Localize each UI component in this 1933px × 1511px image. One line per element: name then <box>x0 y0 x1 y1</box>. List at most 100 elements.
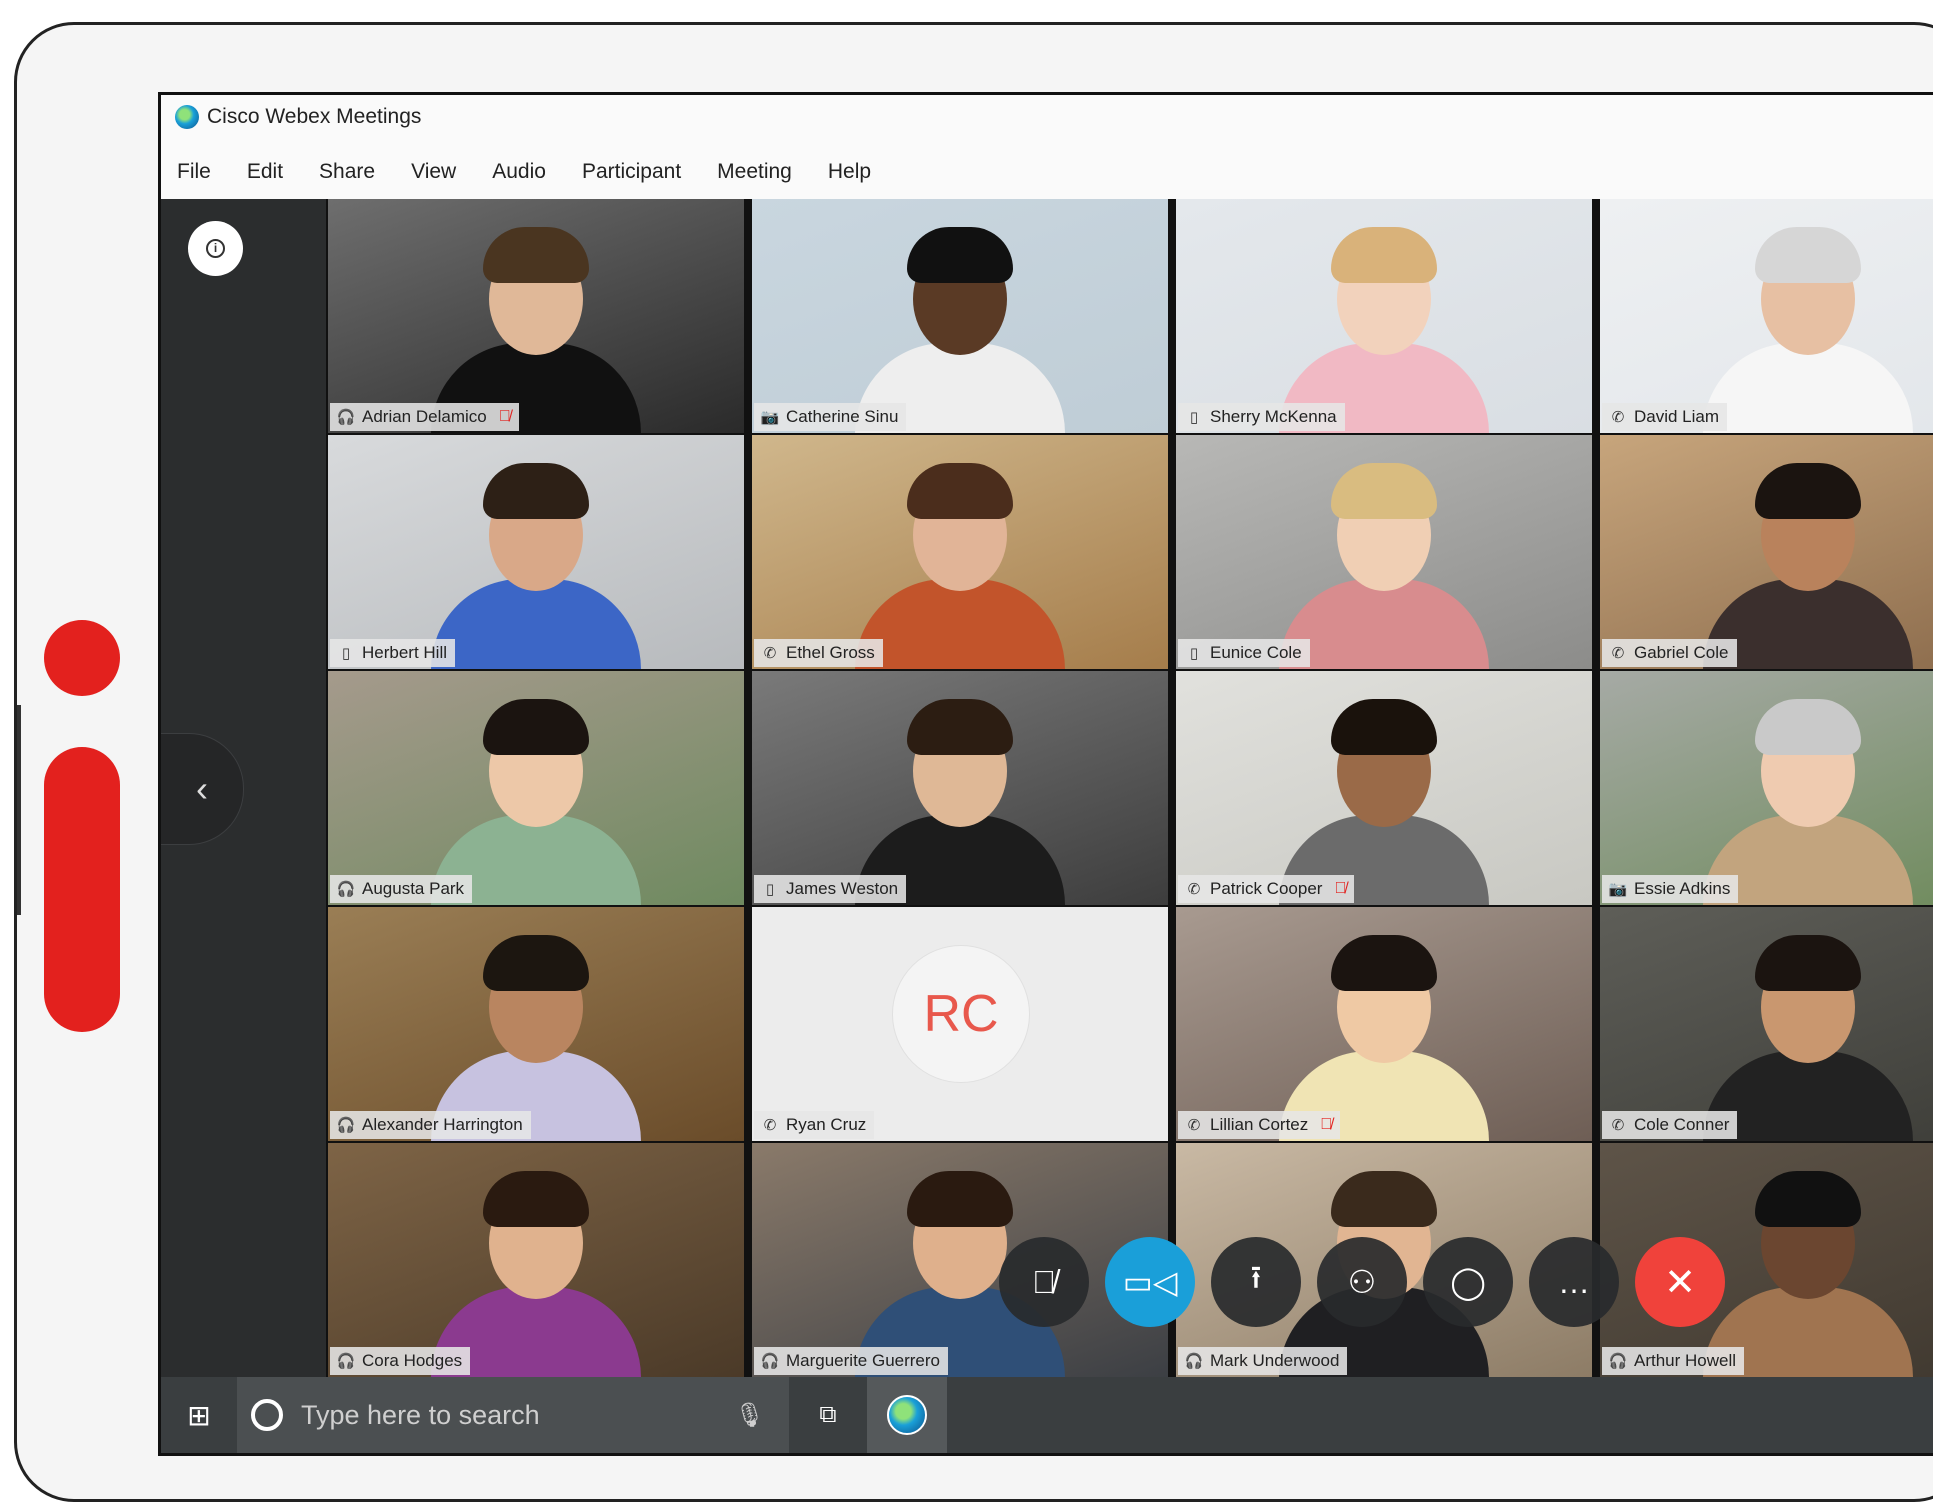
menu-view[interactable]: View <box>411 160 456 184</box>
participant-name-tag: 🎧 Marguerite Guerrero <box>754 1347 949 1375</box>
muted-mic-icon: 🎙̸ <box>498 408 511 425</box>
meeting-info-button[interactable]: i <box>188 221 243 276</box>
headset-icon: 🎧 <box>336 881 356 898</box>
muted-mic-icon: 🎙̸ <box>1320 1116 1333 1133</box>
more-button[interactable]: … <box>1529 1237 1619 1327</box>
video-device-icon: 📷 <box>1608 881 1628 898</box>
participant-tile[interactable]: ✆ Ethel Gross <box>752 435 1168 669</box>
left-panel: i ‹ <box>161 199 326 1377</box>
search-placeholder: Type here to search <box>301 1399 540 1430</box>
taskbar-webex-app[interactable] <box>867 1377 947 1453</box>
webex-app-icon <box>887 1395 927 1435</box>
participant-tile[interactable]: ✆ Gabriel Cole <box>1600 435 1933 669</box>
participant-name-tag: 🎧 Augusta Park <box>330 875 473 903</box>
participant-name: Marguerite Guerrero <box>786 1351 941 1370</box>
participant-name-tag: 📷 Essie Adkins <box>1602 875 1739 903</box>
participant-name: Mark Underwood <box>1210 1351 1340 1370</box>
participant-name-tag: 🎧 Mark Underwood <box>1178 1347 1348 1375</box>
end-call-button[interactable]: ✕ <box>1635 1237 1725 1327</box>
participant-name-tag: ✆ Patrick Cooper 🎙̸ <box>1178 875 1355 903</box>
participant-tile[interactable]: 📷 Catherine Sinu <box>752 199 1168 433</box>
participant-name: Ryan Cruz <box>786 1115 867 1134</box>
participant-tile[interactable]: ▯ Sherry McKenna <box>1176 199 1592 433</box>
webex-logo-icon <box>175 105 199 129</box>
participant-name-tag: ✆ Cole Conner <box>1602 1111 1738 1139</box>
headset-icon: 🎧 <box>1184 1353 1204 1370</box>
participant-name: Catherine Sinu <box>786 407 899 426</box>
participant-tile[interactable]: 📷 Essie Adkins <box>1600 671 1933 905</box>
participant-tile[interactable]: 🎧 Adrian Delamico 🎙̸ <box>328 199 744 433</box>
video-grid: 🎧 Adrian Delamico 🎙̸ 📷 Catherine Sinu ▯ Sherry… <box>326 199 1933 1377</box>
participant-tile[interactable]: RC ✆ Ryan Cruz <box>752 907 1168 1141</box>
participant-tile[interactable]: ▯ James Weston <box>752 671 1168 905</box>
windows-start-button[interactable]: ⊞ <box>161 1399 237 1432</box>
muted-mic-icon: 🎙̸ <box>1334 880 1347 897</box>
windows-taskbar: ⊞ Type here to search 🎙 ⧉ <box>161 1377 1933 1453</box>
participant-name-tag: ✆ Gabriel Cole <box>1602 639 1737 667</box>
task-view-button[interactable]: ⧉ <box>789 1377 867 1453</box>
participant-name: Essie Adkins <box>1634 879 1731 898</box>
chat-icon: ◯ <box>1450 1264 1486 1300</box>
participant-tile[interactable]: ▯ Eunice Cole <box>1176 435 1592 669</box>
participant-name: Herbert Hill <box>362 643 448 662</box>
participant-name-tag: ✆ Ethel Gross <box>754 639 883 667</box>
mic-muted-icon: 🎙̸ <box>1032 1263 1056 1300</box>
task-view-icon: ⧉ <box>819 1401 837 1428</box>
participant-name: Cora Hodges <box>362 1351 463 1370</box>
menu-share[interactable]: Share <box>319 160 375 184</box>
video-device-icon: 📷 <box>760 409 780 426</box>
participant-tile[interactable]: 🎧 Alexander Harrington <box>328 907 744 1141</box>
headset-icon: 🎧 <box>336 1117 356 1134</box>
menu-audio[interactable]: Audio <box>492 160 546 184</box>
participant-tile[interactable]: ✆ Lillian Cortez 🎙̸ <box>1176 907 1592 1141</box>
participant-name: Augusta Park <box>362 879 465 898</box>
mobile-icon: ▯ <box>341 645 351 662</box>
menu-participant[interactable]: Participant <box>582 160 681 184</box>
menu-edit[interactable]: Edit <box>247 160 283 184</box>
participant-figure <box>1693 227 1923 433</box>
menu-file[interactable]: File <box>177 160 211 184</box>
share-button[interactable]: ⭱ <box>1211 1237 1301 1327</box>
webex-window: Cisco Webex Meetings File Edit Share Vie… <box>158 92 1933 1456</box>
participant-tile[interactable]: ✆ David Liam <box>1600 199 1933 433</box>
participant-name-tag: 🎧 Arthur Howell <box>1602 1347 1745 1375</box>
participant-name-tag: 🎧 Cora Hodges <box>330 1347 471 1375</box>
frame-edge <box>17 705 21 915</box>
mobile-icon: ▯ <box>1189 645 1199 662</box>
mobile-icon: ▯ <box>765 881 775 898</box>
participant-tile[interactable]: 🎧 Augusta Park <box>328 671 744 905</box>
microphone-icon[interactable]: 🎙 <box>735 1401 765 1430</box>
initials-avatar: RC <box>892 945 1030 1083</box>
cortana-icon <box>251 1399 283 1431</box>
collapse-panel-button[interactable]: ‹ <box>161 733 244 845</box>
taskbar-search[interactable]: Type here to search 🎙 <box>237 1377 789 1453</box>
close-icon: ✕ <box>1664 1261 1696 1304</box>
menu-meeting[interactable]: Meeting <box>717 160 792 184</box>
chat-button[interactable]: ◯ <box>1423 1237 1513 1327</box>
participant-name-tag: 🎧 Adrian Delamico 🎙̸ <box>330 403 519 431</box>
participant-tile[interactable]: ▯ Herbert Hill <box>328 435 744 669</box>
participants-button[interactable]: ⚇ <box>1317 1237 1407 1327</box>
phone-icon: ✆ <box>763 645 777 662</box>
participant-name: James Weston <box>786 879 899 898</box>
video-button[interactable]: ▭◁ <box>1105 1237 1195 1327</box>
participant-tile[interactable]: ✆ Patrick Cooper 🎙̸ <box>1176 671 1592 905</box>
meeting-controls: 🎙̸ ▭◁ ⭱ ⚇ ◯ … ✕ <box>999 1237 1741 1327</box>
window-title: Cisco Webex Meetings <box>207 105 422 128</box>
participant-name: Adrian Delamico <box>362 407 487 426</box>
title-bar: Cisco Webex Meetings <box>161 95 1933 139</box>
share-icon: ⭱ <box>1250 1259 1262 1295</box>
participant-name-tag: ▯ Herbert Hill <box>330 639 456 667</box>
headset-icon: 🎧 <box>1608 1353 1628 1370</box>
mute-button[interactable]: 🎙̸ <box>999 1237 1089 1327</box>
participant-name: Alexander Harrington <box>362 1115 523 1134</box>
mobile-icon: ▯ <box>1189 409 1199 426</box>
participant-tile[interactable]: 🎧 Cora Hodges <box>328 1143 744 1377</box>
phone-icon: ✆ <box>1611 1117 1625 1134</box>
menu-help[interactable]: Help <box>828 160 871 184</box>
participant-name: Sherry McKenna <box>1210 407 1337 426</box>
participant-name-tag: 📷 Catherine Sinu <box>754 403 907 431</box>
participant-tile[interactable]: ✆ Cole Conner <box>1600 907 1933 1141</box>
info-icon: i <box>206 239 225 258</box>
participant-name: Arthur Howell <box>1634 1351 1737 1370</box>
